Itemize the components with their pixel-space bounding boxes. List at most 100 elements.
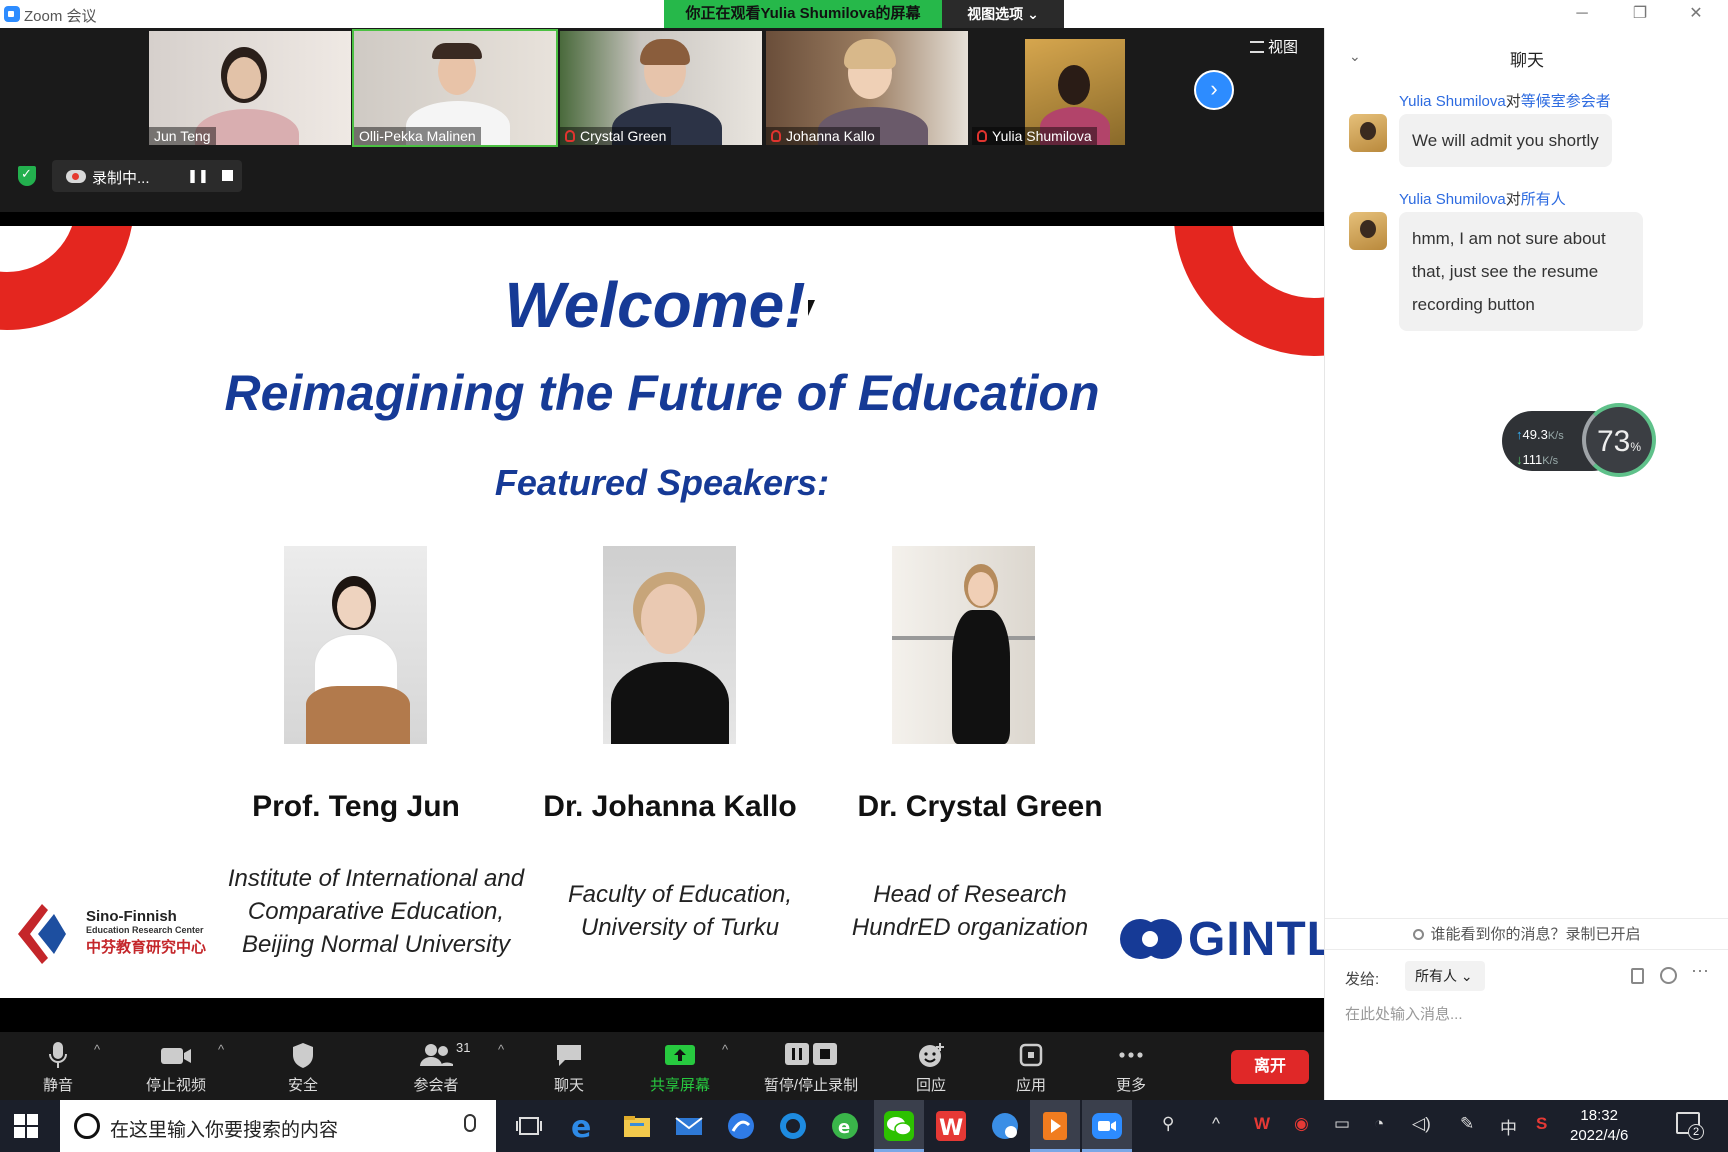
file-icon[interactable]	[1631, 968, 1644, 984]
view-options-button[interactable]: 视图选项 ⌄	[942, 0, 1064, 28]
recipient-name[interactable]: 所有人	[1521, 191, 1566, 208]
chevron-up-icon[interactable]: ^	[498, 1042, 504, 1057]
speaker-name: Prof. Teng Jun	[252, 790, 460, 823]
wps-tray-icon[interactable]: W	[1254, 1114, 1270, 1134]
to-word: 对	[1505, 93, 1521, 110]
apps-button[interactable]: 应用	[1010, 1040, 1052, 1095]
speed-unit: K/s	[1542, 455, 1559, 467]
leave-meeting-button[interactable]: 离开	[1231, 1050, 1309, 1084]
view-toggle-button[interactable]: 视图	[1250, 36, 1298, 57]
wps-icon[interactable]: W	[934, 1109, 968, 1143]
percent-sign: %	[1630, 440, 1642, 454]
chevron-up-icon[interactable]: ^	[1212, 1114, 1220, 1134]
taskbar-search-box[interactable]: 在这里输入你要搜索的内容	[60, 1100, 496, 1152]
sender-name[interactable]: Yulia Shumilova	[1399, 191, 1506, 208]
zoom-icon[interactable]	[1090, 1109, 1124, 1143]
affiliation-line: Comparative Education,	[247, 898, 505, 925]
app-icon[interactable]	[988, 1109, 1022, 1143]
wifi-icon[interactable]: ◔	[1374, 1114, 1384, 1134]
to-word: 对	[1505, 191, 1521, 208]
chevron-up-icon[interactable]: ^	[94, 1042, 100, 1057]
people-icon[interactable]: ⚲	[1162, 1114, 1174, 1134]
cloud-recording-icon	[66, 170, 86, 183]
network-speed-widget[interactable]: ↑49.3K/s ↓111K/s 73%	[1502, 403, 1656, 479]
participants-button[interactable]: 31 参会者	[404, 1040, 471, 1095]
affiliation-line: HundrED organization	[851, 914, 1089, 941]
chevron-up-icon[interactable]: ^	[218, 1042, 224, 1057]
ime-indicator[interactable]: 中	[1500, 1114, 1517, 1139]
speaker-face	[641, 584, 697, 654]
svg-text:e: e	[571, 1110, 591, 1143]
video-tile[interactable]: Johanna Kallo	[766, 31, 968, 145]
speaker-affiliation: Institute of International and Comparati…	[200, 862, 552, 961]
reactions-button[interactable]: 回应	[910, 1040, 952, 1095]
speaker-photo	[892, 546, 1035, 744]
video-tile-active-speaker[interactable]: Olli-Pekka Malinen	[352, 29, 558, 147]
logo-text: Sino-Finnish	[86, 908, 177, 925]
microphone-icon[interactable]	[464, 1114, 476, 1132]
recorder-tray-icon[interactable]: ◉	[1294, 1114, 1309, 1134]
edge-browser-icon[interactable]: e	[566, 1109, 600, 1145]
participant-name: Olli-Pekka Malinen	[354, 127, 481, 145]
start-tile	[27, 1127, 38, 1138]
mute-button[interactable]: 静音	[30, 1040, 86, 1095]
meeting-toolbar: 静音 ^ 停止视频 ^ 安全 31 参会者 ^ 聊天 共享屏幕 ^ 暂停/停止录…	[0, 1032, 1324, 1100]
clock[interactable]: 18:32 2022/4/6	[1570, 1106, 1628, 1146]
pause-stop-recording-button[interactable]: 暂停/停止录制	[758, 1040, 864, 1095]
clock-time: 18:32	[1580, 1107, 1618, 1124]
stop-recording-button[interactable]	[222, 170, 233, 181]
participants-count: 31	[456, 1040, 471, 1055]
chat-button[interactable]: 聊天	[548, 1040, 590, 1095]
reactions-label: 回应	[915, 1077, 946, 1094]
affiliation-line: Head of Research	[873, 881, 1067, 908]
mail-icon[interactable]	[672, 1109, 706, 1143]
volume-icon[interactable]: ◁)	[1412, 1114, 1431, 1134]
next-page-button[interactable]: ›	[1194, 70, 1234, 110]
windows-taskbar: 在这里输入你要搜索的内容 e e W ⚲ ^ W ◉ ▭ ◔ ◁) ✎ 中 S …	[0, 1100, 1728, 1152]
video-tile[interactable]: Jun Teng	[149, 31, 351, 145]
more-options-icon[interactable]: ···	[1691, 960, 1709, 981]
sender-name[interactable]: Yulia Shumilova	[1399, 93, 1506, 110]
more-button[interactable]: 更多	[1110, 1040, 1152, 1095]
minimize-icon[interactable]: ─	[1562, 2, 1602, 26]
pause-stop-icon	[758, 1040, 864, 1070]
security-button[interactable]: 安全	[282, 1040, 324, 1095]
affiliation-line: University of Turku	[580, 914, 780, 941]
file-explorer-icon[interactable]	[620, 1109, 654, 1143]
apps-label: 应用	[1015, 1077, 1046, 1094]
svg-text:e: e	[838, 1117, 850, 1138]
sogou-ime-icon[interactable]: S	[1536, 1114, 1547, 1134]
task-view-icon[interactable]	[512, 1109, 546, 1143]
app-icon[interactable]	[724, 1109, 758, 1143]
emoji-icon[interactable]	[1660, 967, 1677, 984]
security-shield-icon[interactable]	[18, 166, 36, 186]
media-player-icon[interactable]	[1038, 1109, 1072, 1143]
windows-start-icon[interactable]	[14, 1114, 38, 1138]
chat-message-input[interactable]	[1345, 1000, 1705, 1028]
app-icon[interactable]	[776, 1109, 810, 1143]
mic-muted-icon	[977, 130, 987, 142]
pause-recording-button[interactable]: ❚❚	[186, 168, 210, 188]
speaker-photo	[603, 546, 736, 744]
pen-icon[interactable]: ✎	[1460, 1114, 1474, 1134]
video-thumbnail-strip: Jun Teng Olli-Pekka Malinen Crystal Gree…	[0, 28, 1324, 212]
chevron-up-icon[interactable]: ^	[722, 1042, 728, 1057]
headphones-icon	[432, 43, 482, 59]
stop-video-button[interactable]: 停止视频	[138, 1040, 214, 1095]
video-tile[interactable]: Yulia Shumilova	[972, 31, 1174, 145]
video-tile[interactable]: Crystal Green	[560, 31, 762, 145]
start-tile	[14, 1114, 25, 1125]
browser-icon[interactable]: e	[828, 1109, 862, 1143]
battery-icon[interactable]: ▭	[1334, 1114, 1350, 1134]
wechat-icon[interactable]	[882, 1109, 916, 1143]
recipient-name[interactable]: 等候室参会者	[1521, 93, 1611, 110]
pause-stop-recording-label: 暂停/停止录制	[763, 1077, 859, 1094]
send-to-select[interactable]: 所有人 ⌄	[1405, 961, 1485, 991]
security-label: 安全	[287, 1077, 318, 1094]
share-screen-button[interactable]: 共享屏幕	[646, 1040, 714, 1095]
participant-name: Jun Teng	[149, 127, 216, 145]
who-can-see-notice[interactable]: 谁能看到你的消息？录制已开启	[1325, 918, 1728, 950]
view-toggle-label: 视图	[1268, 39, 1299, 56]
close-icon[interactable]: ✕	[1676, 2, 1716, 26]
restore-icon[interactable]: ❐	[1620, 2, 1660, 26]
